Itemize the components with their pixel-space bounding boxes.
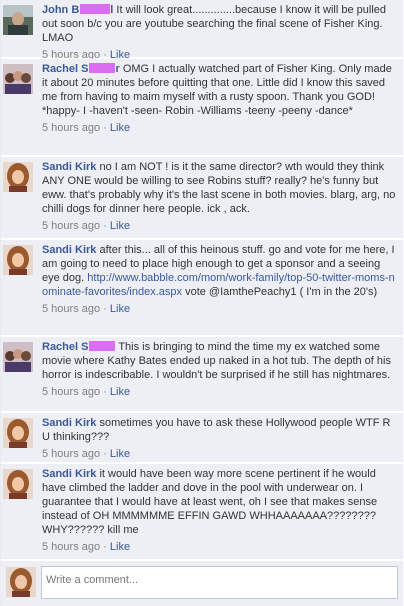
comment-meta: 5 hours ago · Like [42,385,397,399]
meta-separator: · [100,220,110,232]
meta-separator: · [100,448,110,460]
comment-item: Sandi Kirk sometimes you have to ask the… [1,413,403,463]
comment-author[interactable]: Sandi Kirk [42,161,96,173]
comment-author[interactable]: Rachel S [42,341,116,353]
avatar[interactable] [3,469,33,499]
comment-time[interactable]: 5 hours ago [42,448,100,460]
avatar [6,567,36,597]
comment-item: Sandi Kirk after this... all of this hei… [1,240,403,336]
comment-author[interactable]: John Bl [42,4,113,16]
comment-item: Sandi Kirk it would have been way more s… [1,464,403,560]
comment-time[interactable]: 5 hours ago [42,541,100,553]
comment-meta: 5 hours ago · Like [42,219,397,233]
comment-meta: 5 hours ago · Like [42,447,397,461]
comment-author[interactable]: Sandi Kirk [42,417,96,429]
avatar[interactable] [3,162,33,192]
comment-meta: 5 hours ago · Like [42,121,397,135]
redaction-mark [89,63,116,73]
comment-meta: 5 hours ago · Like [42,302,397,316]
avatar[interactable] [3,5,33,35]
comment-author[interactable]: Sandi Kirk [42,468,96,480]
meta-separator: · [100,303,110,315]
like-link[interactable]: Like [110,541,130,553]
write-comment-area: Write a comment... [1,561,403,606]
avatar[interactable] [3,342,33,372]
meta-separator: · [100,541,110,553]
comment-item: Sandi Kirk no I am NOT ! is it the same … [1,157,403,239]
like-link[interactable]: Like [110,448,130,460]
comment-thread: John Bl It will look great..............… [0,0,403,606]
like-link[interactable]: Like [110,220,130,232]
avatar[interactable] [3,64,33,94]
redaction-mark [80,4,111,14]
meta-separator: · [100,122,110,134]
meta-separator: · [100,386,110,398]
like-link[interactable]: Like [110,122,130,134]
comment-author[interactable]: Rachel Sr [42,63,120,75]
comment-author[interactable]: Sandi Kirk [42,244,96,256]
comment-item: Rachel Sr OMG I actually watched part of… [1,59,403,156]
like-link[interactable]: Like [110,386,130,398]
comment-time[interactable]: 5 hours ago [42,303,100,315]
comment-item: John Bl It will look great..............… [1,0,403,61]
avatar[interactable] [3,418,33,448]
redaction-mark [89,341,116,351]
comment-time[interactable]: 5 hours ago [42,122,100,134]
comment-time[interactable]: 5 hours ago [42,220,100,232]
like-link[interactable]: Like [110,303,130,315]
comment-meta: 5 hours ago · Like [42,540,397,554]
comment-input[interactable]: Write a comment... [41,566,398,599]
comment-time[interactable]: 5 hours ago [42,386,100,398]
comment-item: Rachel S This is bringing to mind the ti… [1,337,403,412]
avatar[interactable] [3,245,33,275]
